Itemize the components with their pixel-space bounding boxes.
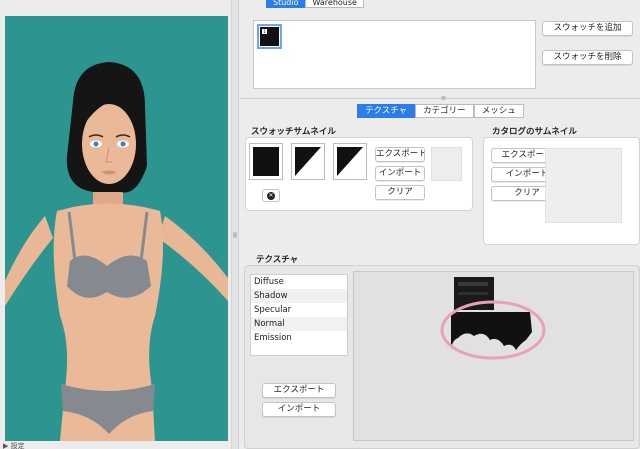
channel-diffuse[interactable]: Diffuse <box>251 275 347 289</box>
catalog-thumbnail-title: カタログのサムネイル <box>492 127 577 137</box>
swatch-thumb-clear-button[interactable]: クリア <box>375 185 425 200</box>
studio-warehouse-switch[interactable]: Studio Warehouse <box>266 0 364 8</box>
swatch-thumb-export-button[interactable]: エクスポート <box>375 147 425 162</box>
catalog-thumbnail-preview <box>545 148 622 223</box>
close-circle-icon: ✕ <box>267 192 275 200</box>
swatch-thumbnail-2[interactable] <box>291 143 325 180</box>
swatch-thumbnail-title: スウォッチサムネイル <box>251 127 336 137</box>
tab-texture[interactable]: テクスチャ <box>357 104 416 118</box>
editor-tabs[interactable]: テクスチャ カテゴリー メッシュ <box>357 104 524 118</box>
remove-thumbnail-button[interactable]: ✕ <box>262 189 280 202</box>
settings-disclosure[interactable]: ▶ 設定 <box>3 441 229 449</box>
vertical-splitter[interactable] <box>231 0 239 449</box>
add-swatch-button[interactable]: スウォッチを追加 <box>542 21 633 36</box>
texture-channel-list[interactable]: Diffuse Shadow Specular Normal Emission <box>250 274 348 356</box>
texture-export-button[interactable]: エクスポート <box>262 383 336 398</box>
horizontal-divider <box>240 98 640 99</box>
tab-mesh[interactable]: メッシュ <box>473 104 524 118</box>
studio-tab[interactable]: Studio <box>266 0 306 8</box>
channel-normal[interactable]: Normal <box>251 317 347 331</box>
swatch-thumb-import-button[interactable]: インポート <box>375 166 425 181</box>
sim-model-preview <box>5 62 228 441</box>
texture-title: テクスチャ <box>256 255 299 265</box>
swatch-list[interactable]: 1 <box>253 20 536 89</box>
channel-specular[interactable]: Specular <box>251 303 347 317</box>
model-viewport[interactable] <box>5 16 228 441</box>
texture-map-image <box>440 277 546 360</box>
tab-category[interactable]: カテゴリー <box>415 104 474 118</box>
swatch-thumbnail-3[interactable] <box>333 143 367 180</box>
channel-shadow[interactable]: Shadow <box>251 289 347 303</box>
channel-emission[interactable]: Emission <box>251 331 347 345</box>
splitter-handle[interactable] <box>233 232 237 238</box>
swatch-item[interactable]: 1 <box>257 24 282 49</box>
warehouse-tab[interactable]: Warehouse <box>305 0 364 8</box>
swatch-thumb-preview <box>431 147 462 181</box>
divider-handle[interactable] <box>441 96 446 100</box>
remove-swatch-button[interactable]: スウォッチを削除 <box>542 50 633 65</box>
texture-import-button[interactable]: インポート <box>262 402 336 417</box>
swatch-thumbnail-1[interactable] <box>249 143 283 180</box>
texture-preview <box>353 271 634 441</box>
swatch-index: 1 <box>262 29 267 34</box>
